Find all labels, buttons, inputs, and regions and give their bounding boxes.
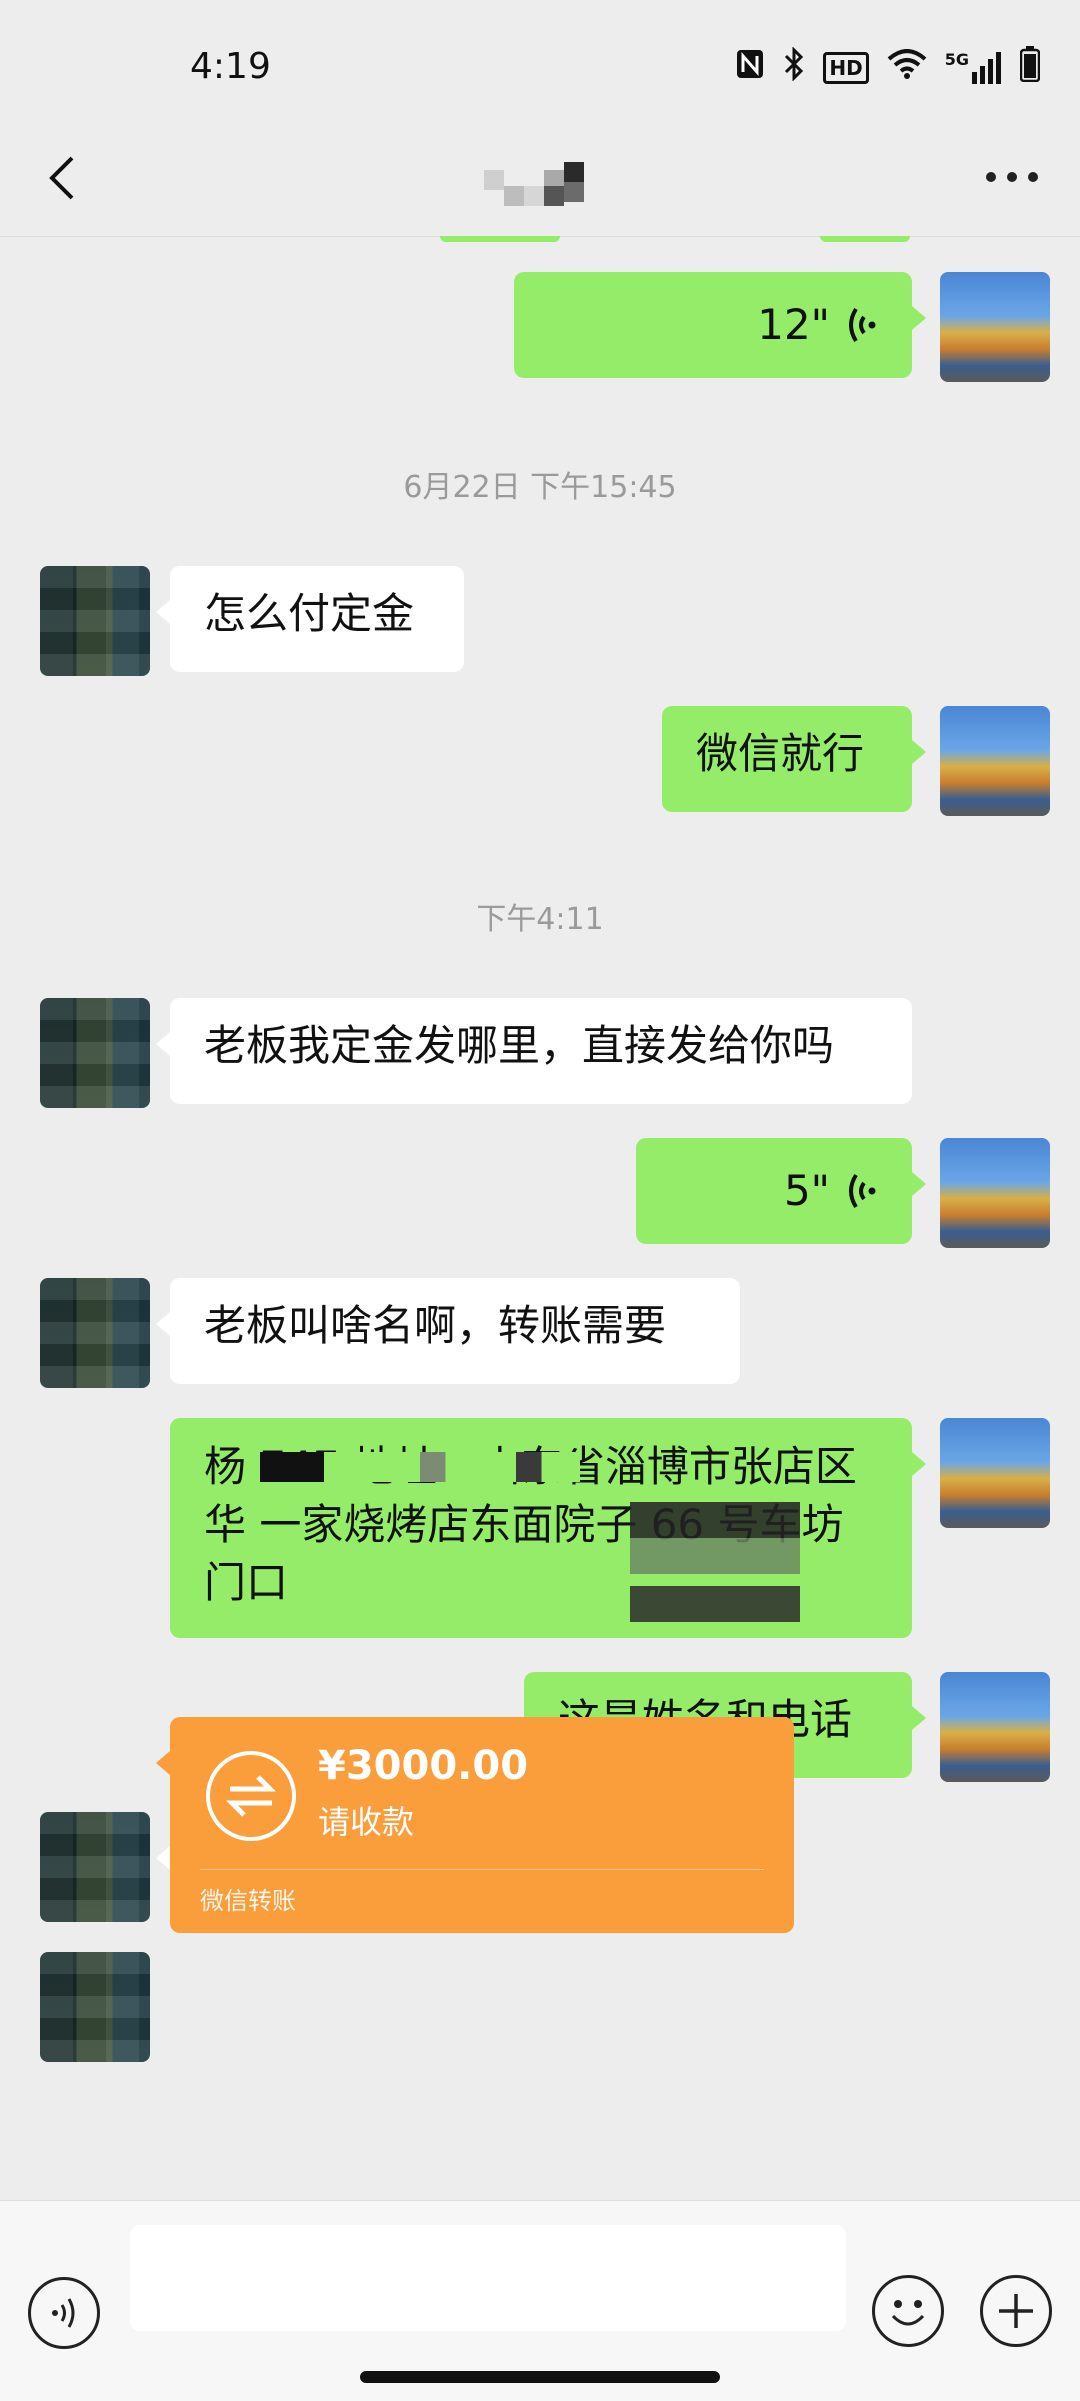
my-avatar[interactable] [940,1672,1050,1782]
transfer-arrows-icon [206,1751,296,1841]
wechat-transfer-card[interactable]: ¥3000.00 请收款 微信转账 [156,1717,794,1933]
contact-name-pixelated [480,158,600,206]
hd-icon: HD [823,52,869,84]
my-avatar[interactable] [940,706,1050,816]
address-message-bubble[interactable]: 杨 747 地址：山东省淄博市张店区华 一家烧烤店东面院子 66 号车坊门口 [170,1418,926,1638]
chat-header [0,140,1080,237]
message-bubble[interactable]: 怎么付定金 [156,566,464,672]
status-bar: 4:19 HD 5G [0,0,1080,140]
contact-avatar[interactable] [40,1812,150,1922]
transfer-status: 请收款 [318,1803,415,1841]
input-bar [0,2200,1080,2401]
voice-input-icon[interactable] [28,2277,100,2349]
redaction-block [630,1502,800,1622]
message-bubble[interactable]: 微信就行 [662,706,926,812]
voice-message-bubble[interactable]: 5" [636,1138,926,1244]
chevron-left-icon[interactable] [44,148,80,208]
divider [200,1869,764,1870]
signal-label: 5G [944,50,969,69]
transfer-amount: ¥3000.00 [318,1743,529,1789]
bluetooth-icon [783,46,805,89]
emoji-icon[interactable] [872,2275,944,2347]
contact-avatar[interactable] [40,1952,150,2062]
message-bubble[interactable]: 老板叫啥名啊，转账需要 [156,1278,740,1384]
message-input[interactable] [130,2225,846,2331]
status-time: 4:19 [190,46,271,87]
wifi-icon [887,49,927,87]
plus-icon[interactable] [980,2275,1052,2347]
voice-duration: 5" [783,1166,830,1215]
status-icons: HD 5G [735,46,1041,90]
more-dots-icon[interactable] [984,162,1040,192]
previous-message-fragment [820,236,910,242]
my-avatar[interactable] [940,1418,1050,1528]
previous-message-fragment [440,236,560,242]
transfer-label: 微信转账 [200,1887,296,1915]
voice-wave-icon [849,1173,876,1209]
battery-icon [1019,46,1041,90]
contact-avatar[interactable] [40,998,150,1108]
contact-avatar[interactable] [40,1278,150,1388]
my-avatar[interactable] [940,1138,1050,1248]
message-bubble[interactable]: 老板我定金发哪里，直接发给你吗 [156,998,912,1104]
nfc-icon [735,48,765,88]
redaction-block [260,1452,580,1482]
home-indicator[interactable] [360,2371,720,2383]
my-avatar[interactable] [940,272,1050,382]
5g-signal-icon: 5G [945,52,1002,84]
contact-avatar[interactable] [40,566,150,676]
message-timestamp: 6月22日 下午15:45 [403,470,677,505]
voice-duration: 12" [757,300,830,349]
voice-wave-icon [849,307,876,343]
voice-message-bubble[interactable]: 12" [514,272,926,378]
message-timestamp: 下午4:11 [476,902,604,937]
